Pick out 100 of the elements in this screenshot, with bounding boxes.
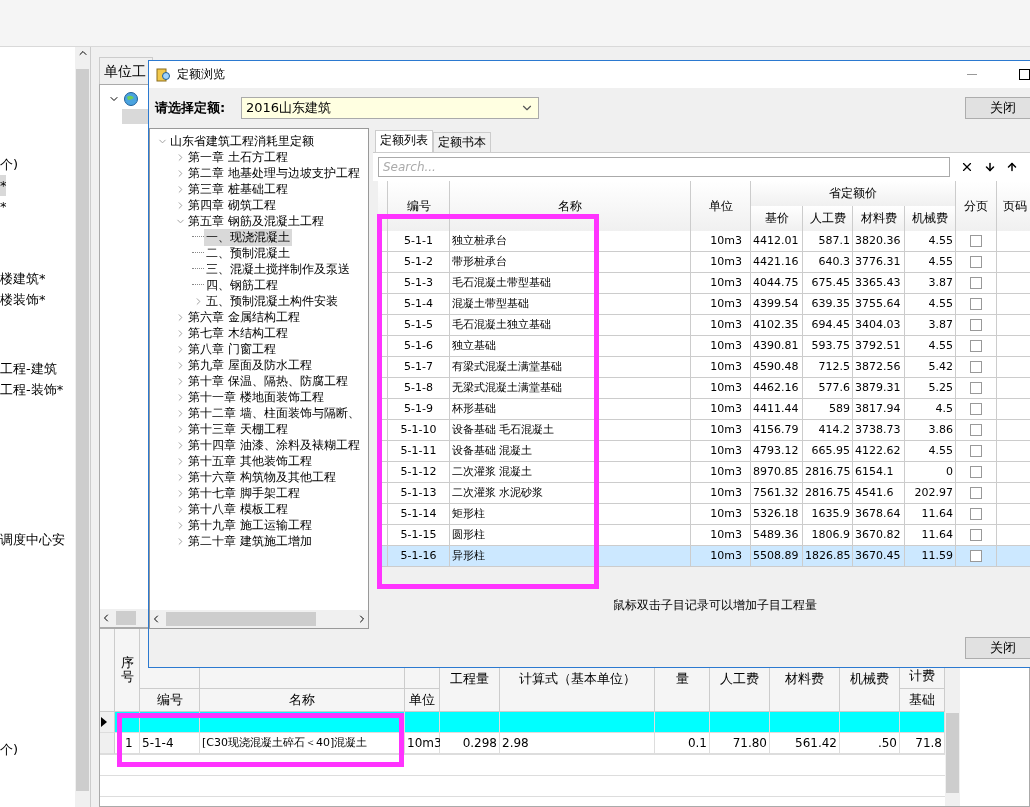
table-cell: 无梁式混凝土满堂基础: [450, 378, 691, 399]
tree-item[interactable]: 第九章 屋面及防水工程: [186, 356, 314, 374]
tree-item[interactable]: 第十四章 油漆、涂料及裱糊工程: [186, 436, 362, 454]
tree-item[interactable]: 第四章 砌筑工程: [186, 196, 278, 214]
table-cell: 10m3: [691, 399, 751, 420]
column-header[interactable]: 序号: [115, 629, 140, 712]
tab[interactable]: 定额书本: [433, 132, 491, 152]
tree-item[interactable]: 山东省建筑工程消耗里定额: [168, 132, 316, 150]
close-button[interactable]: 关闭: [965, 637, 1030, 659]
checkbox[interactable]: [970, 256, 982, 268]
checkbox[interactable]: [970, 340, 982, 352]
project-item[interactable]: 调度中心安: [0, 529, 75, 550]
tree-item[interactable]: 第二十章 建筑施工增加: [186, 532, 314, 550]
project-item[interactable]: 个): [0, 739, 75, 760]
row-header[interactable]: [100, 712, 115, 733]
checkbox[interactable]: [970, 487, 982, 499]
scroll-thumb[interactable]: [76, 69, 89, 791]
checkbox[interactable]: [970, 403, 982, 415]
column-header[interactable]: 名称: [450, 181, 691, 232]
tree-item[interactable]: 第十二章 墙、柱面装饰与隔断、: [186, 404, 362, 422]
table-cell: 10m3: [691, 231, 751, 252]
scroll-thumb[interactable]: [116, 611, 136, 625]
clear-icon[interactable]: [960, 160, 974, 174]
table-cell: 5-1-4: [388, 294, 450, 315]
tree-item[interactable]: 五、预制混凝土构件安装: [204, 292, 340, 310]
project-item[interactable]: 个): [0, 154, 75, 175]
search-field[interactable]: Search...: [378, 157, 950, 177]
tree-item[interactable]: 第十七章 脚手架工程: [186, 484, 302, 502]
project-item[interactable]: *: [0, 196, 75, 217]
checkbox[interactable]: [970, 382, 982, 394]
scroll-thumb[interactable]: [946, 713, 959, 793]
checkbox[interactable]: [970, 466, 982, 478]
column-header[interactable]: 分页: [956, 181, 997, 232]
column-header[interactable]: 名称: [200, 689, 405, 712]
table-cell: 独立基础: [450, 336, 691, 357]
checkbox[interactable]: [970, 445, 982, 457]
tree-item[interactable]: 第十六章 构筑物及其他工程: [186, 468, 338, 486]
tab[interactable]: 定额列表: [375, 130, 433, 152]
table-cell: 561.42: [770, 733, 840, 754]
scrollbar[interactable]: [150, 610, 368, 628]
tree-item[interactable]: 第十三章 天棚工程: [186, 420, 290, 438]
scrollbar[interactable]: [75, 47, 90, 807]
scroll-thumb[interactable]: [166, 612, 316, 626]
tree-item[interactable]: 第十一章 楼地面装饰工程: [186, 388, 326, 406]
project-item[interactable]: *: [0, 175, 6, 196]
column-header[interactable]: 机械费: [905, 206, 956, 232]
tree-item[interactable]: 第十八章 模板工程: [186, 500, 290, 518]
column-header[interactable]: 编号: [140, 689, 200, 712]
table-cell: 二次灌浆 混凝土: [450, 462, 691, 483]
tree-item[interactable]: 第十章 保温、隔热、防腐工程: [186, 372, 350, 390]
checkbox[interactable]: [970, 361, 982, 373]
column-header[interactable]: 单位: [405, 689, 440, 712]
column-header[interactable]: 单位: [691, 181, 751, 232]
table-cell: 0.298: [440, 733, 500, 754]
table-cell: 11.64: [905, 525, 956, 546]
table-cell: 矩形柱: [450, 504, 691, 525]
tree-item[interactable]: 第一章 土石方工程: [186, 148, 290, 166]
project-item[interactable]: 楼装饰*: [0, 289, 75, 310]
table-cell: 3792.51: [853, 336, 905, 357]
checkbox[interactable]: [970, 319, 982, 331]
table-cell: 4.55: [905, 252, 956, 273]
column-header[interactable]: 材料费: [853, 206, 905, 232]
tree-item[interactable]: 四、钢筋工程: [204, 276, 280, 294]
column-header[interactable]: 基础: [900, 689, 945, 712]
checkbox[interactable]: [970, 298, 982, 310]
table-cell: 639.35: [803, 294, 853, 315]
checkbox[interactable]: [970, 550, 982, 562]
table-cell: 4411.44: [751, 399, 803, 420]
checkbox[interactable]: [970, 277, 982, 289]
tree-item[interactable]: 第六章 金属结构工程: [186, 308, 302, 326]
project-item[interactable]: 工程-装饰*: [0, 379, 75, 400]
tree-item[interactable]: 第三章 桩基础工程: [186, 180, 290, 198]
checkbox[interactable]: [970, 508, 982, 520]
table-cell: 414.2: [803, 420, 853, 441]
arrow-down-icon[interactable]: [984, 161, 996, 173]
column-header[interactable]: 基价: [751, 206, 803, 232]
tree-item[interactable]: 第八章 门窗工程: [186, 340, 278, 358]
tree-item[interactable]: 第十五章 其他装饰工程: [186, 452, 314, 470]
table-cell: 3670.45: [853, 546, 905, 567]
tree-item[interactable]: 第七章 木结构工程: [186, 324, 290, 342]
tree-item[interactable]: 二、预制混凝土: [204, 244, 292, 262]
tree-item[interactable]: 第十九章 施工运输工程: [186, 516, 314, 534]
checkbox[interactable]: [970, 424, 982, 436]
column-header[interactable]: 人工费: [803, 206, 853, 232]
project-item[interactable]: 楼建筑*: [0, 268, 75, 289]
close-button[interactable]: 关闭: [965, 97, 1030, 119]
table-cell: 3404.03: [853, 315, 905, 336]
tree-item[interactable]: 三、混凝土搅拌制作及泵送: [204, 260, 352, 278]
arrow-up-icon[interactable]: [1006, 161, 1018, 173]
tab[interactable]: 单位工: [99, 57, 153, 84]
table-cell: 10m3: [691, 378, 751, 399]
checkbox[interactable]: [970, 235, 982, 247]
tree-item[interactable]: 第二章 地基处理与边坡支护工程: [186, 164, 362, 182]
table-cell: 665.95: [803, 441, 853, 462]
quota-select[interactable]: 2016山东建筑: [241, 97, 539, 119]
table-cell: 10m3: [691, 420, 751, 441]
tree-item[interactable]: 一、现浇混凝土: [204, 228, 292, 246]
checkbox[interactable]: [970, 529, 982, 541]
project-item[interactable]: 工程-建筑: [0, 358, 75, 379]
tree-item[interactable]: 第五章 钢筋及混凝土工程: [186, 212, 326, 230]
